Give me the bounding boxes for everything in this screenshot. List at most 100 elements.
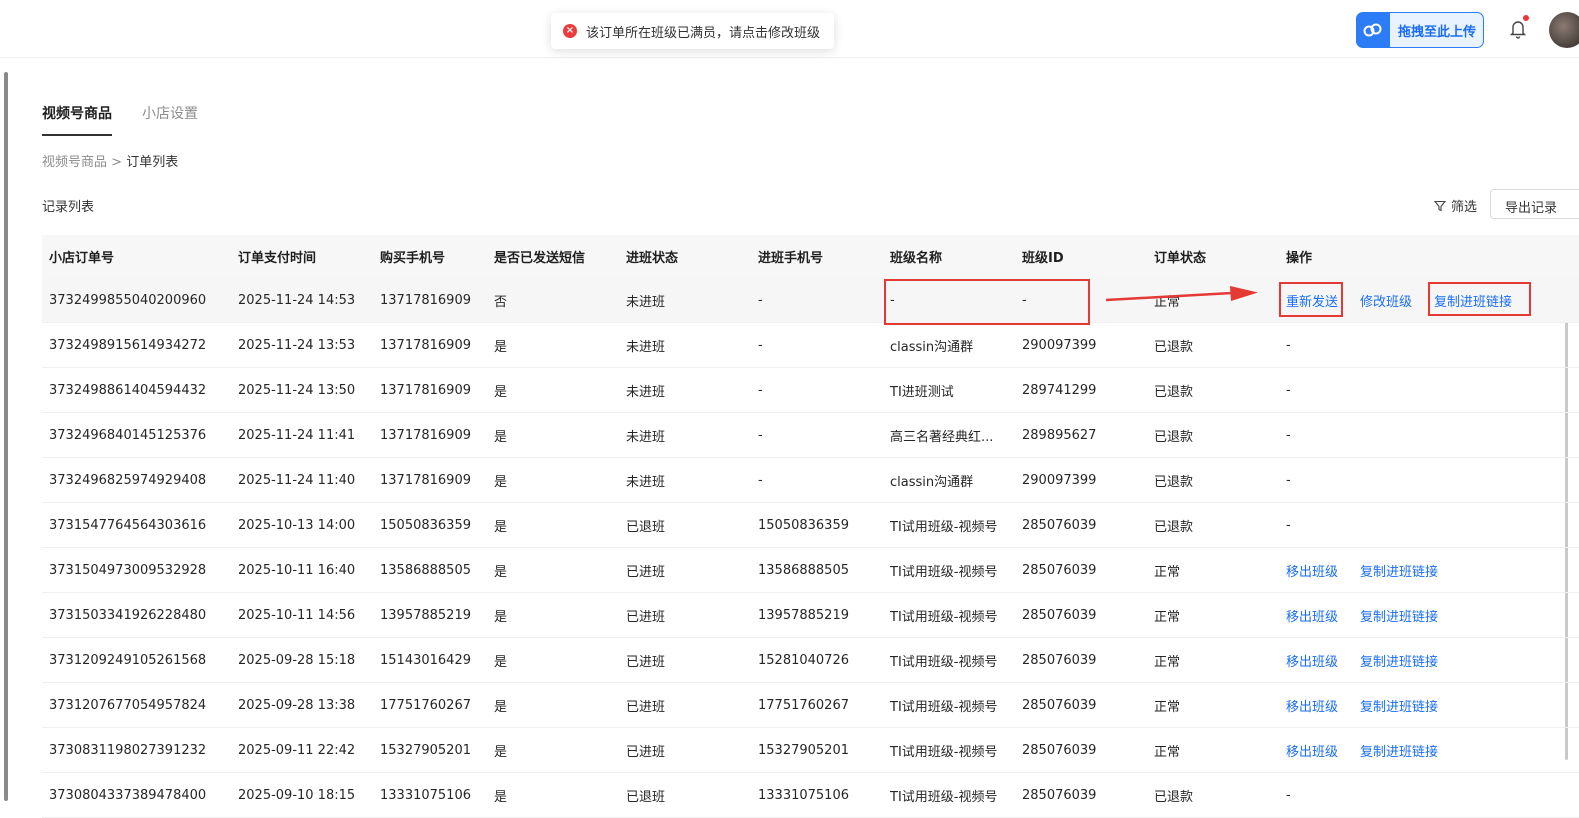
action-link[interactable]: 复制进班链接	[1360, 610, 1438, 625]
cell-class-id: 285076039	[1015, 502, 1147, 548]
cell-class-name: TI进班测试	[883, 367, 1015, 413]
cell-join-phone: 13957885219	[751, 592, 883, 638]
table-row: 3730804337389478400 2025-09-10 18:15 13331…	[42, 772, 1579, 818]
cell-status: 已退款	[1147, 772, 1279, 818]
cell-class-name: classin沟通群	[883, 457, 1015, 503]
cell-class-name: 高三名著经典红...	[883, 412, 1015, 458]
tab-shop-settings[interactable]: 小店设置	[142, 97, 198, 134]
table-row: 3732498861404594432 2025-11-24 13:50 13717…	[42, 367, 1579, 413]
cell-sms: 是	[487, 457, 619, 503]
cell-order-no: 3731503341926228480	[42, 592, 231, 638]
cell-pay-time: 2025-09-10 18:15	[231, 772, 373, 818]
action-empty: -	[1286, 427, 1291, 443]
cell-join-phone: 17751760267	[751, 682, 883, 728]
filter-button[interactable]: 筛选	[1434, 196, 1477, 215]
cell-order-no: 3732498861404594432	[42, 367, 231, 413]
cell-class-name: TI试用班级-视频号	[883, 592, 1015, 638]
cell-pay-time: 2025-11-24 14:53	[231, 278, 373, 323]
cell-status: 已退款	[1147, 367, 1279, 413]
cell-join-status: 已进班	[619, 637, 751, 683]
drag-upload-button[interactable]: 拖拽至此上传	[1356, 12, 1484, 48]
action-link[interactable]: 复制进班链接	[1360, 655, 1438, 670]
cell-order-no: 3731209249105261568	[42, 637, 231, 683]
table-body: 3732499855040200960 2025-11-24 14:53 13717…	[42, 278, 1579, 818]
cell-sms: 是	[487, 367, 619, 413]
table-row: 3732496825974929408 2025-11-24 11:40 13717…	[42, 457, 1579, 503]
cell-buy-phone: 13717816909	[373, 278, 487, 323]
cell-status: 正常	[1147, 592, 1279, 638]
cell-join-phone: 13586888505	[751, 547, 883, 593]
cell-actions: -	[1279, 322, 1579, 368]
cell-pay-time: 2025-09-28 13:38	[231, 682, 373, 728]
breadcrumb-parent[interactable]: 视频号商品	[42, 155, 107, 170]
cell-buy-phone: 13717816909	[373, 322, 487, 368]
action-link[interactable]: 复制进班链接	[1360, 745, 1438, 760]
table-header-row: 小店订单号 订单支付时间 购买手机号 是否已发送短信 进班状态 进班手机号 班级名称 班级ID…	[42, 235, 1579, 278]
error-toast: × 该订单所在班级已满员，请点击修改班级	[551, 13, 835, 49]
action-link[interactable]: 移出班级	[1286, 745, 1338, 760]
cell-class-name: TI试用班级-视频号	[883, 727, 1015, 773]
column-header: 购买手机号	[373, 235, 487, 278]
annotation-arrow-icon	[1104, 282, 1260, 310]
cell-order-no: 3731207677054957824	[42, 682, 231, 728]
cell-join-phone: 15050836359	[751, 502, 883, 548]
avatar[interactable]	[1549, 12, 1579, 48]
cell-class-id: 285076039	[1015, 592, 1147, 638]
action-link[interactable]: 移出班级	[1286, 655, 1338, 670]
cell-sms: 是	[487, 592, 619, 638]
cell-join-phone: -	[751, 412, 883, 458]
upload-label: 拖拽至此上传	[1398, 24, 1477, 40]
cell-join-phone: -	[751, 278, 883, 323]
bell-icon[interactable]	[1508, 15, 1529, 40]
cell-class-id: 289895627	[1015, 412, 1147, 458]
cell-actions: -	[1279, 457, 1579, 503]
column-header: 订单状态	[1147, 235, 1279, 278]
action-empty: -	[1286, 787, 1291, 803]
column-header: 操作	[1279, 235, 1579, 278]
cell-buy-phone: 15143016429	[373, 637, 487, 683]
filter-icon	[1434, 200, 1446, 211]
cell-status: 正常	[1147, 727, 1279, 773]
cell-join-status: 已进班	[619, 592, 751, 638]
action-link[interactable]: 移出班级	[1286, 565, 1338, 580]
cell-buy-phone: 15327905201	[373, 727, 487, 773]
cell-actions: -	[1279, 502, 1579, 548]
cell-order-no: 3732496840145125376	[42, 412, 231, 458]
table-row: 3731207677054957824 2025-09-28 13:38 17751…	[42, 682, 1579, 728]
cell-buy-phone: 15050836359	[373, 502, 487, 548]
action-link[interactable]: 移出班级	[1286, 700, 1338, 715]
table-row: 3731209249105261568 2025-09-28 15:18 15143…	[42, 637, 1579, 683]
export-button[interactable]: 导出记录	[1490, 189, 1579, 219]
cell-sms: 是	[487, 772, 619, 818]
left-scrollbar[interactable]	[2, 62, 8, 801]
action-link[interactable]: 复制进班链接	[1360, 700, 1438, 715]
column-header: 小店订单号	[42, 235, 231, 278]
action-link[interactable]: 移出班级	[1286, 610, 1338, 625]
cell-class-id: 289741299	[1015, 367, 1147, 413]
tab-video-products[interactable]: 视频号商品	[42, 97, 112, 136]
filter-label: 筛选	[1451, 200, 1478, 215]
action-link[interactable]: 修改班级	[1360, 295, 1412, 310]
cell-class-name: classin沟通群	[883, 322, 1015, 368]
cell-join-status: 已进班	[619, 727, 751, 773]
column-header: 进班手机号	[751, 235, 883, 278]
breadcrumb-separator: >	[111, 155, 123, 170]
annotation-box-copy-link	[1428, 282, 1531, 316]
action-link[interactable]: 复制进班链接	[1360, 565, 1438, 580]
cell-join-phone: -	[751, 367, 883, 413]
cell-class-name: TI试用班级-视频号	[883, 502, 1015, 548]
cell-join-status: 未进班	[619, 322, 751, 368]
cell-pay-time: 2025-10-11 16:40	[231, 547, 373, 593]
cell-pay-time: 2025-10-11 14:56	[231, 592, 373, 638]
cell-actions: 移出班级 复制进班链接	[1279, 547, 1579, 593]
column-header: 进班状态	[619, 235, 751, 278]
cell-sms: 是	[487, 547, 619, 593]
cell-status: 正常	[1147, 682, 1279, 728]
cell-buy-phone: 17751760267	[373, 682, 487, 728]
table-row: 3732496840145125376 2025-11-24 11:41 13717…	[42, 412, 1579, 458]
cell-join-status: 未进班	[619, 278, 751, 323]
action-empty: -	[1286, 382, 1291, 398]
cell-join-status: 未进班	[619, 412, 751, 458]
cell-actions: 移出班级 复制进班链接	[1279, 682, 1579, 728]
error-icon: ×	[563, 24, 577, 38]
